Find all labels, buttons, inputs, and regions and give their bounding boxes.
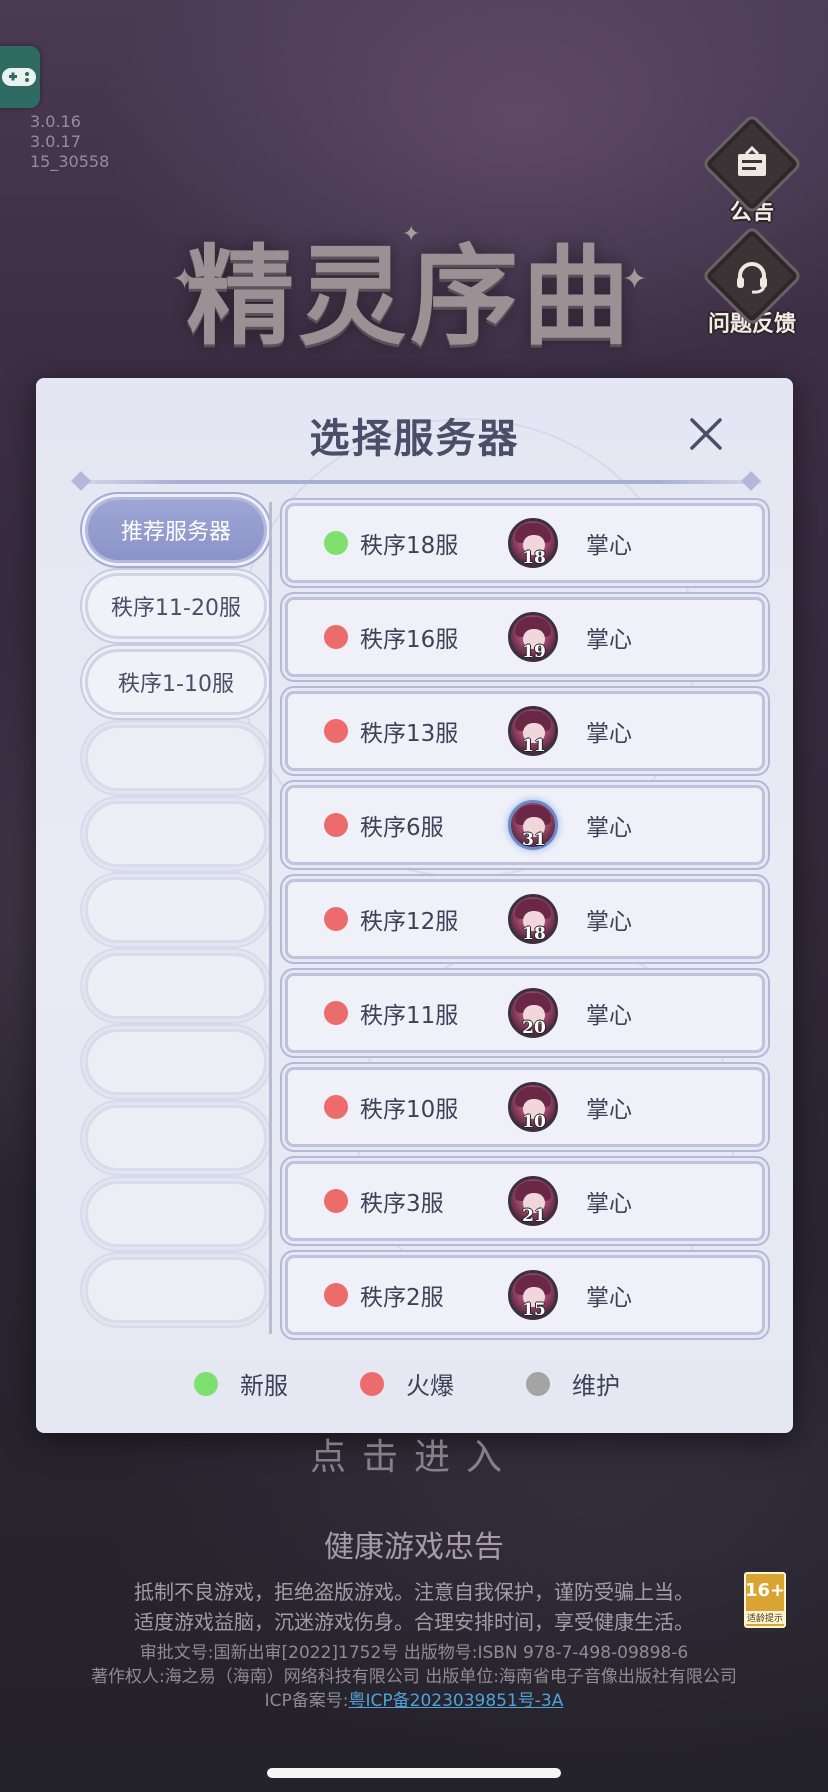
age-rating-badge: 16+ 适龄提示 [744, 1572, 786, 1628]
divider-ornament [741, 471, 761, 491]
category-slot-empty [88, 1108, 264, 1168]
server-row[interactable]: 秩序6服 31 掌心 [288, 788, 762, 862]
health-advice-line: 抵制不良游戏，拒绝盗版游戏。注意自我保护，谨防受骗上当。 [134, 1580, 694, 1604]
category-order-1-10[interactable]: 秩序1-10服 [88, 652, 264, 712]
category-slot-empty [88, 804, 264, 864]
category-slot-empty [88, 1260, 264, 1320]
player-name: 掌心 [586, 909, 632, 935]
title-divider [72, 480, 762, 484]
server-name: 秩序13服 [360, 721, 459, 747]
legend-dot-icon [526, 1371, 550, 1396]
server-row[interactable]: 秩序3服 21 掌心 [288, 1164, 762, 1238]
player-level: 20 [522, 1018, 546, 1038]
status-dot-icon [324, 625, 348, 649]
category-slot-empty [88, 728, 264, 788]
approval-info: 审批文号:国新出审[2022]1752号 出版物号:ISBN 978-7-498… [139, 1643, 689, 1663]
close-button[interactable] [684, 412, 728, 456]
legend-label: 新服 [240, 1372, 288, 1400]
player-level: 18 [522, 548, 546, 568]
legend-maintenance: 维护 [526, 1366, 620, 1401]
category-recommended[interactable]: 推荐服务器 [88, 500, 264, 560]
player-level: 10 [522, 1112, 546, 1132]
copyright-info: 著作权人:海之易（海南）网络科技有限公司 出版单位:海南省电子音像出版社有限公司 [91, 1667, 737, 1687]
player-name: 掌心 [586, 721, 632, 747]
server-name: 秩序11服 [360, 1003, 459, 1029]
player-level: 11 [522, 736, 546, 756]
version-info: 3.0.16 3.0.17 15_30558 [30, 112, 109, 172]
server-name: 秩序3服 [360, 1191, 444, 1217]
status-dot-icon [324, 719, 348, 743]
legend-label: 火爆 [406, 1372, 454, 1400]
status-dot-icon [324, 1001, 348, 1025]
icp-info: ICP备案号:粤ICP备2023039851号-3A [0, 1686, 828, 1711]
player-name: 掌心 [586, 815, 632, 841]
server-name: 秩序12服 [360, 909, 459, 935]
icp-link[interactable]: 粤ICP备2023039851号-3A [349, 1691, 564, 1711]
notice-board-icon [738, 146, 766, 176]
server-name: 秩序16服 [360, 627, 459, 653]
player-name: 掌心 [586, 1097, 632, 1123]
age-rating-caption: 适龄提示 [746, 1611, 784, 1624]
category-slot-empty [88, 1032, 264, 1092]
server-name: 秩序2服 [360, 1285, 444, 1311]
player-name: 掌心 [586, 1285, 632, 1311]
version-line: 3.0.17 [30, 132, 81, 151]
player-level: 15 [522, 1300, 546, 1320]
player-level: 18 [522, 924, 546, 944]
headset-icon [737, 262, 767, 294]
version-line: 15_30558 [30, 152, 110, 171]
legend-dot-icon [360, 1371, 384, 1396]
status-dot-icon [324, 1189, 348, 1213]
gamepad-icon [2, 68, 36, 86]
tap-to-enter-text[interactable]: 点击进入 [0, 1428, 828, 1480]
server-name: 秩序18服 [360, 533, 459, 559]
feedback-button[interactable]: 问题反馈 [700, 225, 804, 338]
status-dot-icon [324, 1283, 348, 1307]
icp-label: ICP备案号: [264, 1691, 349, 1711]
server-row[interactable]: 秩序16服 19 掌心 [288, 600, 762, 674]
category-slot-empty [88, 880, 264, 940]
dialog-title: 选择服务器 [309, 416, 520, 462]
divider-ornament [71, 471, 91, 491]
health-advice-title: 健康游戏忠告 [324, 1530, 504, 1565]
player-name: 掌心 [586, 627, 632, 653]
legend-label: 维护 [572, 1372, 620, 1400]
legend-hot: 火爆 [360, 1366, 454, 1401]
health-advice-line: 适度游戏益脑，沉迷游戏伤身。合理安排时间，享受健康生活。 [134, 1610, 694, 1634]
server-row[interactable]: 秩序10服 10 掌心 [288, 1070, 762, 1144]
column-divider [269, 502, 272, 1334]
player-level: 31 [522, 830, 546, 850]
close-icon [690, 418, 722, 450]
legend-dot-icon [194, 1371, 218, 1396]
status-dot-icon [324, 907, 348, 931]
server-row[interactable]: 秩序18服 18 掌心 [288, 506, 762, 580]
gamepad-badge[interactable] [0, 46, 40, 108]
status-dot-icon [324, 813, 348, 837]
notice-button[interactable]: 公告 [700, 113, 804, 226]
category-slot-empty [88, 1184, 264, 1244]
player-name: 掌心 [586, 533, 632, 559]
game-logo-title: 精灵序曲 [185, 234, 634, 360]
player-name: 掌心 [586, 1003, 632, 1029]
age-rating: 16+ [744, 1580, 786, 1601]
legend-new: 新服 [194, 1366, 288, 1401]
server-row[interactable]: 秩序2服 15 掌心 [288, 1258, 762, 1332]
server-select-dialog: 选择服务器 推荐服务器 秩序11-20服 秩序1-10服 秩序18服 18 掌心… [36, 378, 793, 1433]
status-dot-icon [324, 531, 348, 555]
server-name: 秩序6服 [360, 815, 444, 841]
server-row[interactable]: 秩序11服 20 掌心 [288, 976, 762, 1050]
version-line: 3.0.16 [30, 112, 81, 131]
player-level: 19 [522, 642, 546, 662]
home-indicator[interactable] [267, 1768, 561, 1778]
player-level: 21 [522, 1206, 546, 1226]
server-row[interactable]: 秩序12服 18 掌心 [288, 882, 762, 956]
status-dot-icon [324, 1095, 348, 1119]
server-row[interactable]: 秩序13服 11 掌心 [288, 694, 762, 768]
server-name: 秩序10服 [360, 1097, 459, 1123]
player-name: 掌心 [586, 1191, 632, 1217]
category-slot-empty [88, 956, 264, 1016]
category-order-11-20[interactable]: 秩序11-20服 [88, 576, 264, 636]
